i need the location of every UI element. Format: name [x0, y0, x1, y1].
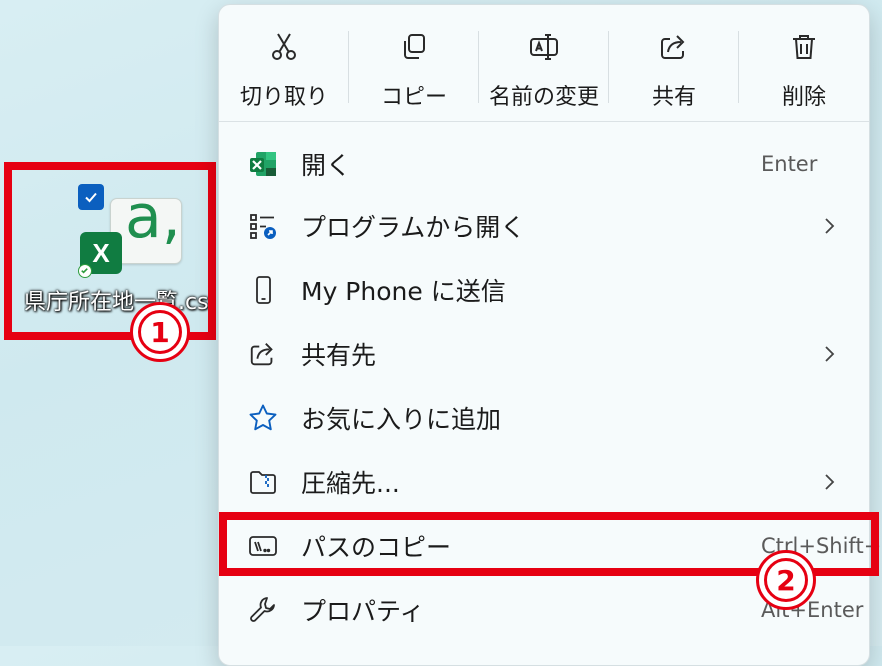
cut-label: 切り取り — [239, 85, 328, 110]
scissors-icon — [272, 33, 296, 60]
share-button[interactable]: 共有 — [609, 5, 739, 121]
share-label: 共有 — [651, 85, 696, 110]
callout-2: 2 — [756, 550, 816, 610]
desktop-file-icon[interactable]: a, X 県庁所在地一覧.csv — [14, 172, 212, 332]
delete-button[interactable]: 削除 — [739, 5, 869, 121]
rename-button[interactable]: 名前の変更 — [479, 5, 609, 121]
copy-path-icon — [247, 530, 279, 562]
menu-item-open-with[interactable]: プログラムから開く — [219, 195, 869, 257]
sync-status-icon — [78, 264, 92, 278]
delete-label: 削除 — [781, 85, 826, 110]
rename-label: 名前の変更 — [488, 85, 599, 110]
menu-item-shortcut: Enter — [761, 152, 818, 176]
callout-1: 1 — [130, 302, 190, 362]
menu-item-label: プログラムから開く — [301, 213, 526, 242]
menu-toolbar: 切り取り コピー 名前の変更 共有 削除 — [219, 5, 869, 121]
menu-item-label: プロパティ — [301, 597, 425, 626]
chevron-right-icon — [825, 474, 835, 490]
menu-item-label: お気に入りに追加 — [301, 405, 502, 434]
share-icon — [247, 338, 279, 370]
chevron-right-icon — [825, 346, 835, 362]
trash-icon — [793, 35, 815, 59]
menu-item-compress-to[interactable]: 圧縮先... — [219, 451, 869, 513]
open-with-icon — [247, 210, 279, 242]
menu-item-add-favorite[interactable]: お気に入りに追加 — [219, 387, 869, 449]
copy-button[interactable]: コピー — [349, 5, 479, 121]
menu-item-label: 圧縮先... — [301, 469, 400, 498]
selection-checkbox[interactable] — [78, 184, 104, 210]
zip-folder-icon — [247, 466, 279, 498]
menu-item-share-to[interactable]: 共有先 — [219, 323, 869, 385]
wrench-icon — [247, 594, 279, 626]
rename-icon — [530, 34, 558, 60]
file-name: 県庁所在地一覧.csv — [24, 290, 212, 315]
menu-item-label: 開く — [301, 151, 352, 180]
cut-button[interactable]: 切り取り — [219, 5, 349, 121]
phone-icon — [247, 274, 279, 306]
menu-item-open[interactable]: 開く Enter — [219, 133, 869, 195]
star-icon — [247, 402, 279, 434]
menu-item-send-to-phone[interactable]: My Phone に送信 — [219, 259, 869, 321]
menu-item-label: パスのコピー — [301, 533, 452, 562]
share-icon — [661, 35, 685, 59]
excel-icon — [247, 148, 279, 180]
document-letter: a, — [125, 182, 181, 252]
chevron-right-icon — [825, 218, 835, 234]
menu-item-label: 共有先 — [301, 341, 377, 370]
copy-label: コピー — [380, 85, 447, 110]
menu-item-label: My Phone に送信 — [301, 277, 506, 306]
menu-separator — [219, 121, 869, 122]
copy-icon — [404, 34, 425, 59]
